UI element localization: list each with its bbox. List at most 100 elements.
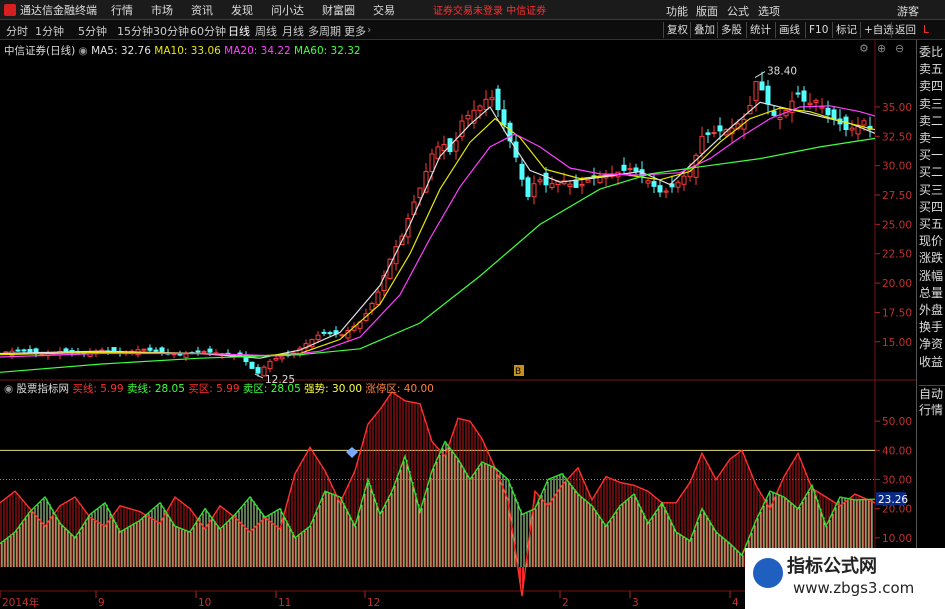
- candle-body: [267, 360, 273, 370]
- menu-guest[interactable]: 游客: [897, 3, 919, 19]
- menu-news[interactable]: 资讯: [191, 2, 213, 18]
- period-30min[interactable]: 30分钟: [153, 23, 189, 39]
- quote-item[interactable]: 委比: [919, 44, 945, 60]
- quote-item[interactable]: 卖一: [919, 130, 945, 146]
- period-60min[interactable]: 60分钟: [190, 23, 226, 39]
- ind-tick-label: 50.00: [882, 416, 912, 428]
- quote-item[interactable]: 现价: [919, 233, 945, 249]
- quote-item[interactable]: 外盘: [919, 302, 945, 318]
- date-tick-label: 9: [98, 597, 105, 609]
- menu-market[interactable]: 市场: [151, 2, 173, 18]
- quote-item[interactable]: 买一: [919, 147, 945, 163]
- candle-body: [759, 81, 765, 91]
- menu-options[interactable]: 选项: [758, 3, 780, 19]
- period-tick[interactable]: 分时: [6, 23, 28, 39]
- watermark-title: 指标公式网: [787, 556, 877, 577]
- ma-line-ma60: [0, 137, 876, 373]
- buy-line-label: 买线: 5.99: [72, 383, 124, 395]
- period-weekly[interactable]: 周线: [255, 23, 277, 39]
- candle-body: [861, 120, 867, 126]
- price-tick-label: 30.00: [882, 161, 912, 173]
- candle-body: [633, 167, 639, 172]
- period-5min[interactable]: 5分钟: [78, 23, 107, 39]
- ind-current-value: 23.26: [878, 494, 908, 506]
- period-15min[interactable]: 15分钟: [117, 23, 153, 39]
- signal-diamond-icon: [346, 447, 358, 458]
- quote-item[interactable]: 买四: [919, 199, 945, 215]
- quote-item[interactable]: 卖二: [919, 113, 945, 129]
- candle-body: [207, 348, 213, 353]
- candle-body: [645, 180, 651, 184]
- quote-item[interactable]: 涨跌: [919, 250, 945, 266]
- candle-body: [807, 102, 813, 105]
- watermark-logo-icon: [753, 558, 783, 588]
- quote-item[interactable]: 卖四: [919, 78, 945, 94]
- quote-item[interactable]: 行情: [919, 402, 945, 418]
- menu-layout[interactable]: 版面: [696, 3, 718, 19]
- back-button[interactable]: 返回: [891, 22, 919, 38]
- period-more[interactable]: 更多: [344, 23, 366, 39]
- draw-line-button[interactable]: 画线: [775, 22, 803, 38]
- price-tick-label: 32.50: [882, 131, 912, 143]
- minimize-icon[interactable]: ⊖: [895, 42, 904, 55]
- chevron-right-icon[interactable]: ›: [367, 23, 371, 36]
- candle-body: [327, 332, 333, 335]
- menu-formula[interactable]: 公式: [727, 3, 749, 19]
- legend-toggle-icon[interactable]: ◉: [79, 45, 88, 57]
- quote-item[interactable]: 收益: [919, 354, 945, 370]
- limit-up-label: 涨停区: 40.00: [365, 383, 434, 395]
- ind-tick-label: 10.00: [882, 533, 912, 545]
- login-notice[interactable]: 证券交易未登录 中信证券: [433, 2, 546, 17]
- quote-item[interactable]: 自动: [919, 385, 945, 402]
- candle-body: [663, 190, 669, 193]
- watermark-url: www.zbgs3.com: [793, 579, 915, 597]
- quote-item[interactable]: 买三: [919, 182, 945, 198]
- layout-l-button[interactable]: L: [920, 22, 932, 38]
- multi-stock-button[interactable]: 多股: [717, 22, 745, 38]
- candle-body: [573, 179, 579, 188]
- quote-item[interactable]: 涨幅: [919, 268, 945, 284]
- zoom-icon[interactable]: ⊕: [877, 42, 886, 55]
- ma-line-ma5: [0, 101, 876, 359]
- period-monthly[interactable]: 月线: [282, 23, 304, 39]
- menu-bar: 通达信金融终端 行情 市场 资讯 发现 问小达 财富圈 交易 证券交易未登录 中…: [0, 0, 945, 20]
- price-tick-label: 17.50: [882, 307, 912, 319]
- mark-button[interactable]: 标记: [832, 22, 860, 38]
- quote-item[interactable]: 总量: [919, 285, 945, 301]
- candle-body: [483, 98, 489, 111]
- chart-area[interactable]: 35.00 32.50 30.00 27.50 25.00 22.50 20.00 17.50…: [0, 40, 916, 609]
- candle-body: [417, 187, 423, 198]
- stock-name-label: 中信证券(日线): [4, 45, 76, 57]
- sell-area-label: 卖区: 28.05: [242, 383, 301, 395]
- candle-body: [675, 181, 681, 188]
- candle-body: [771, 110, 777, 116]
- statistics-button[interactable]: 统计: [746, 22, 774, 38]
- quote-item[interactable]: 卖三: [919, 96, 945, 112]
- period-1min[interactable]: 1分钟: [35, 23, 64, 39]
- candle-body: [711, 132, 717, 135]
- restore-rights-button[interactable]: 复权: [663, 22, 691, 38]
- indicator-bars: [0, 391, 876, 597]
- quote-item[interactable]: 买二: [919, 164, 945, 180]
- quote-item[interactable]: 换手: [919, 319, 945, 335]
- watermark: 指标公式网 www.zbgs3.com: [745, 548, 945, 609]
- period-multi[interactable]: 多周期: [308, 23, 341, 39]
- quote-item[interactable]: 买五: [919, 216, 945, 232]
- menu-function[interactable]: 功能: [666, 3, 688, 19]
- f10-button[interactable]: F10: [805, 22, 831, 38]
- quote-item[interactable]: 卖五: [919, 61, 945, 77]
- menu-discover[interactable]: 发现: [231, 2, 253, 18]
- menu-quotes[interactable]: 行情: [111, 2, 133, 18]
- candle-body: [159, 347, 165, 353]
- indicator-toggle-icon[interactable]: ◉: [4, 383, 13, 395]
- quote-item[interactable]: 净资: [919, 336, 945, 352]
- menu-trade[interactable]: 交易: [373, 2, 395, 18]
- menu-assistant[interactable]: 问小达: [271, 2, 304, 18]
- ind-tick-label: 40.00: [882, 445, 912, 457]
- date-tick-label: 2014年: [2, 596, 39, 609]
- menu-wealth[interactable]: 财富圈: [322, 2, 355, 18]
- period-daily[interactable]: 日线: [228, 23, 250, 39]
- candle-body: [849, 127, 855, 131]
- settings-icon[interactable]: ⚙: [859, 42, 869, 55]
- overlay-button[interactable]: 叠加: [690, 22, 718, 38]
